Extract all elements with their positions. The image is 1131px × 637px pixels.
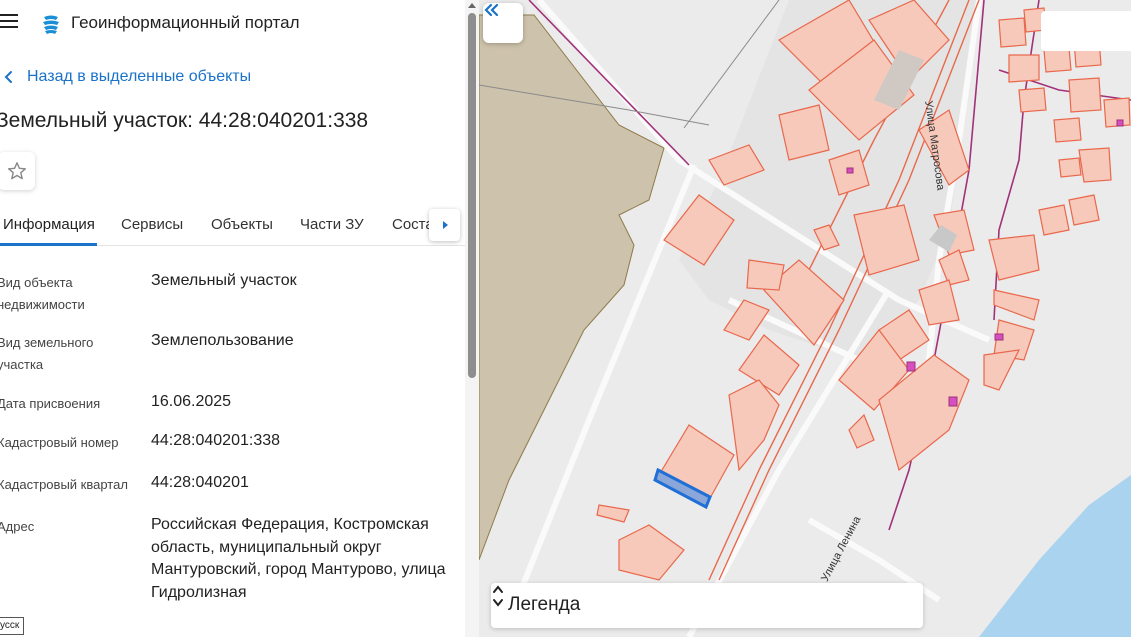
back-link-label: Назад в выделенные объекты (27, 68, 252, 85)
info-panel: Геоинформационный портал Назад в выделен… (0, 0, 479, 637)
favorite-button[interactable] (0, 152, 35, 190)
tab-bar: Информация Сервисы Объекты Части ЗУ Сост… (0, 206, 465, 246)
property-label: Вид земельного участка (0, 335, 94, 372)
tab-composition[interactable]: Соста (392, 216, 434, 233)
field-area (479, 14, 665, 561)
map-search-box[interactable] (1041, 11, 1131, 51)
property-label: Дата присвоения (0, 396, 101, 411)
property-value: 16.06.2025 (151, 393, 232, 410)
star-icon (7, 162, 26, 180)
caret-right-icon (442, 221, 448, 229)
tab-parcel-parts[interactable]: Части ЗУ (300, 216, 364, 233)
property-label: Кадастровый номер (0, 435, 119, 450)
tab-services[interactable]: Сервисы (121, 216, 183, 233)
scrollbar-thumb[interactable] (468, 13, 476, 378)
panel-scrollbar[interactable] (465, 0, 479, 637)
portal-logo-icon (43, 15, 59, 34)
page-title: Земельный участок: 44:28:040201:338 (0, 109, 369, 132)
scroll-up-arrow-icon[interactable] (468, 3, 476, 8)
top-bar: Геоинформационный портал (0, 0, 465, 48)
map-canvas[interactable] (479, 0, 1131, 637)
map-view[interactable]: Улица Матросова Улица Ленина Легенда (479, 0, 1131, 637)
property-value: Земельный участок (151, 272, 297, 289)
tabs-scroll-right-button[interactable] (429, 209, 460, 241)
property-value: 44:28:040201 (151, 474, 249, 491)
menu-icon[interactable] (0, 14, 18, 32)
property-label: Кадастровый квартал (0, 477, 128, 492)
river-area (979, 475, 1131, 637)
language-tag: усск (0, 617, 25, 635)
tab-objects[interactable]: Объекты (211, 216, 273, 233)
property-label: Вид объекта недвижимости (0, 275, 85, 312)
legend-panel[interactable]: Легенда (491, 583, 923, 628)
sort-arrows-icon[interactable] (491, 583, 505, 609)
back-to-selected-link[interactable]: Назад в выделенные объекты (2, 68, 251, 86)
double-chevron-left-icon (484, 3, 499, 17)
active-tab-indicator (0, 243, 97, 246)
collapse-panel-button[interactable] (483, 3, 523, 43)
address-value: Российская Федерация, Костромская област… (151, 516, 446, 601)
property-label: Адрес (0, 519, 35, 534)
property-value: Землепользование (151, 332, 294, 349)
app-title: Геоинформационный портал (71, 13, 300, 32)
tab-information[interactable]: Информация (3, 216, 95, 233)
legend-title: Легенда (508, 594, 581, 615)
chevron-left-icon (4, 71, 12, 83)
property-value: 44:28:040201:338 (151, 432, 281, 449)
